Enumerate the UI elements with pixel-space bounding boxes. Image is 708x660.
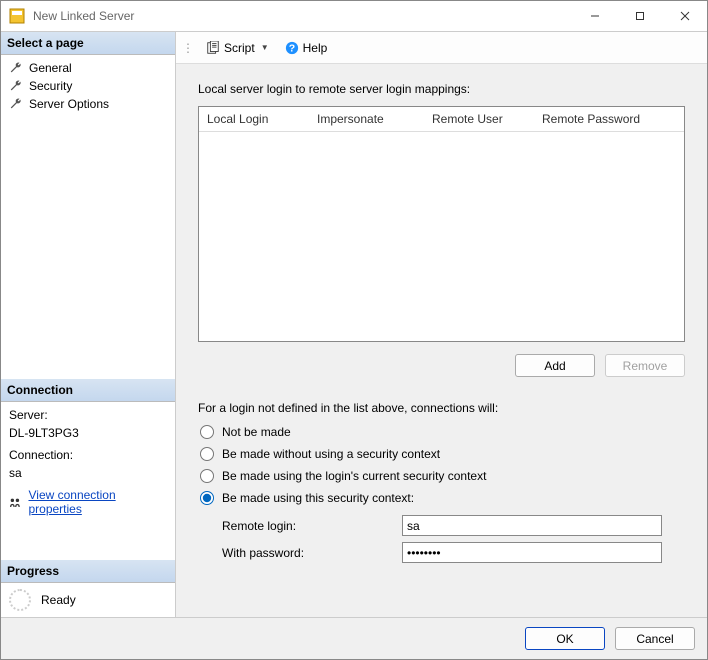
sidebar-item-general[interactable]: General	[1, 59, 175, 77]
chevron-down-icon: ▼	[261, 43, 269, 52]
wrench-icon	[9, 97, 23, 111]
remote-login-label: Remote login:	[222, 519, 402, 533]
radio-no-security[interactable]: Be made without using a security context	[200, 447, 685, 461]
server-label: Server:	[1, 406, 175, 424]
sidebar-item-label: Server Options	[29, 97, 109, 111]
minimize-button[interactable]	[572, 1, 617, 31]
toolbar: ⋮ Script ▼ ? Help	[176, 32, 707, 64]
fallback-caption: For a login not defined in the list abov…	[198, 401, 685, 415]
security-context-form: Remote login: With password:	[222, 515, 685, 569]
fallback-radio-group: Not be made Be made without using a secu…	[200, 425, 685, 505]
add-button[interactable]: Add	[515, 354, 595, 377]
cancel-button[interactable]: Cancel	[615, 627, 695, 650]
remote-login-input[interactable]	[402, 515, 662, 536]
dialog-footer: OK Cancel	[1, 617, 707, 659]
sidebar-item-label: Security	[29, 79, 72, 93]
login-mappings-grid[interactable]: Local Login Impersonate Remote User Remo…	[198, 106, 685, 342]
wrench-icon	[9, 61, 23, 75]
col-impersonate[interactable]: Impersonate	[309, 107, 424, 131]
radio-label: Be made using this security context:	[222, 491, 414, 505]
script-label: Script	[224, 41, 255, 55]
window-buttons	[572, 1, 707, 31]
progress-section: Progress Ready	[1, 560, 175, 617]
with-password-label: With password:	[222, 546, 402, 560]
view-connection-properties-link[interactable]: View connection properties	[28, 488, 167, 516]
svg-text:?: ?	[288, 42, 294, 54]
maximize-button[interactable]	[617, 1, 662, 31]
radio-current-security-input[interactable]	[200, 469, 214, 483]
col-local-login[interactable]: Local Login	[199, 107, 309, 131]
close-button[interactable]	[662, 1, 707, 31]
radio-label: Be made using the login's current securi…	[222, 469, 486, 483]
title-bar: New Linked Server	[1, 1, 707, 31]
connection-label: Connection:	[1, 446, 175, 464]
with-password-input[interactable]	[402, 542, 662, 563]
toolbar-grip-icon: ⋮	[182, 41, 193, 55]
radio-label: Be made without using a security context	[222, 447, 440, 461]
progress-heading: Progress	[1, 560, 175, 583]
mappings-caption: Local server login to remote server logi…	[198, 82, 685, 96]
sidebar-heading: Select a page	[1, 32, 175, 55]
col-remote-user[interactable]: Remote User	[424, 107, 534, 131]
sidebar: Select a page General Security Server Op…	[1, 32, 176, 617]
sidebar-item-security[interactable]: Security	[1, 77, 175, 95]
wrench-icon	[9, 79, 23, 93]
grid-header: Local Login Impersonate Remote User Remo…	[199, 107, 684, 132]
progress-spinner-icon	[9, 589, 31, 611]
sidebar-item-label: General	[29, 61, 72, 75]
sidebar-item-server-options[interactable]: Server Options	[1, 95, 175, 113]
help-button[interactable]: ? Help	[278, 37, 335, 59]
script-button[interactable]: Script ▼	[199, 37, 276, 59]
radio-not-made[interactable]: Not be made	[200, 425, 685, 439]
progress-status: Ready	[41, 593, 76, 607]
window-title: New Linked Server	[33, 9, 572, 23]
help-label: Help	[303, 41, 328, 55]
radio-label: Not be made	[222, 425, 291, 439]
app-icon	[9, 8, 25, 24]
radio-this-security[interactable]: Be made using this security context:	[200, 491, 685, 505]
properties-icon	[9, 495, 22, 509]
server-value: DL-9LT3PG3	[1, 424, 175, 442]
help-icon: ?	[285, 41, 299, 55]
radio-this-security-input[interactable]	[200, 491, 214, 505]
ok-button[interactable]: OK	[525, 627, 605, 650]
remove-button[interactable]: Remove	[605, 354, 685, 377]
radio-no-security-input[interactable]	[200, 447, 214, 461]
script-icon	[206, 41, 220, 55]
connection-heading: Connection	[1, 379, 175, 402]
main-panel: ⋮ Script ▼ ? Help Local server login to …	[176, 32, 707, 617]
col-remote-password[interactable]: Remote Password	[534, 107, 649, 131]
radio-not-made-input[interactable]	[200, 425, 214, 439]
connection-value: sa	[1, 464, 175, 482]
connection-section: Connection Server: DL-9LT3PG3 Connection…	[1, 379, 175, 520]
radio-current-security[interactable]: Be made using the login's current securi…	[200, 469, 685, 483]
